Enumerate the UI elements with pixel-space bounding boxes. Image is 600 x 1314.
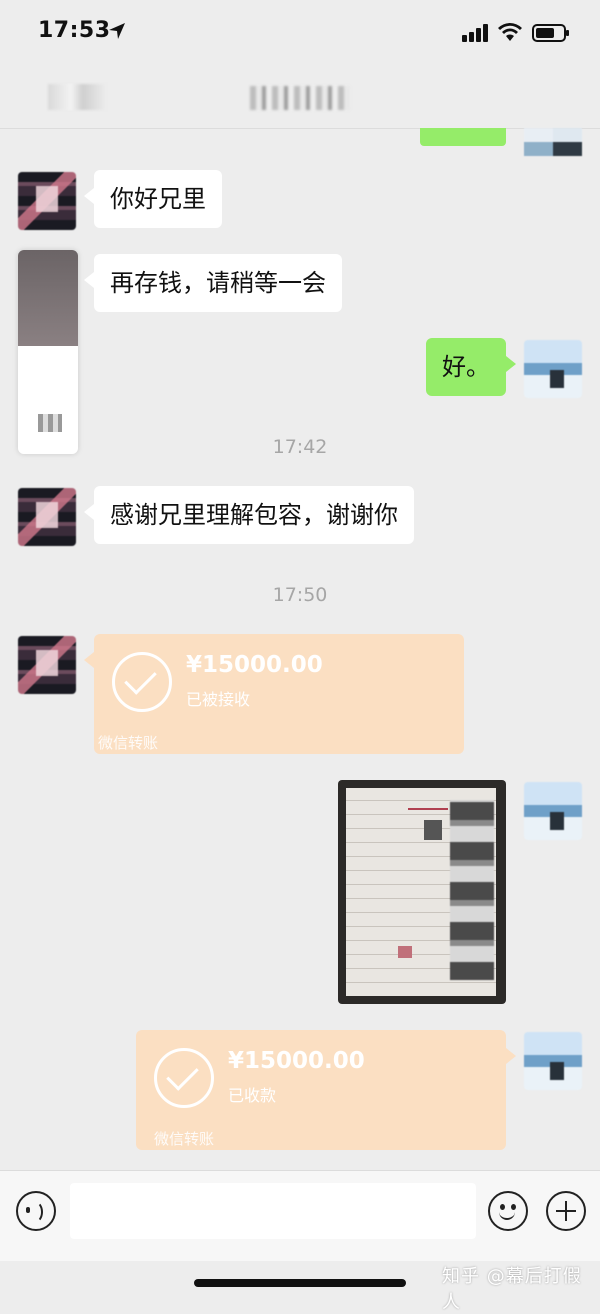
transfer-status: 已被接收 bbox=[186, 690, 251, 709]
transfer-brand: 微信转账 bbox=[154, 1130, 215, 1148]
message-text: 再存钱，请稍等一会 bbox=[110, 269, 326, 297]
message-bubble[interactable]: 再存钱，请稍等一会 bbox=[84, 254, 342, 312]
voice-input-icon[interactable] bbox=[16, 1191, 56, 1231]
transfer-amount: ¥15000.00 bbox=[228, 1048, 365, 1074]
emoji-icon[interactable] bbox=[488, 1191, 528, 1231]
avatar[interactable] bbox=[524, 128, 582, 156]
input-bar bbox=[0, 1170, 600, 1261]
photo-pixelated-area bbox=[450, 800, 494, 980]
transfer-status: 已收款 bbox=[228, 1086, 277, 1105]
floating-window-icon bbox=[38, 414, 62, 432]
photo-pixelated-area bbox=[398, 946, 412, 958]
location-arrow-icon bbox=[109, 23, 125, 39]
message-text: 你好兄里 bbox=[110, 185, 206, 213]
wifi-icon bbox=[498, 23, 522, 41]
transfer-card[interactable]: ¥15000.00 已收款 微信转账 bbox=[136, 1030, 516, 1150]
floating-window-preview bbox=[18, 250, 78, 346]
emoji-mouth bbox=[499, 1209, 515, 1220]
avatar[interactable] bbox=[524, 1032, 582, 1090]
battery-icon bbox=[532, 24, 569, 42]
watermark: 知乎 @幕后打假人 bbox=[442, 1266, 582, 1313]
avatar[interactable] bbox=[524, 340, 582, 398]
plus-icon[interactable] bbox=[546, 1191, 586, 1231]
transfer-card[interactable]: ¥15000.00 已被接收 微信转账 bbox=[84, 634, 464, 754]
floating-window[interactable] bbox=[18, 250, 78, 454]
photo-ink bbox=[408, 798, 448, 810]
avatar[interactable] bbox=[18, 172, 76, 230]
message-text: 感谢兄里理解包容，谢谢你 bbox=[110, 501, 398, 529]
message-bubble[interactable]: 好。 bbox=[426, 338, 516, 396]
message-input[interactable] bbox=[70, 1183, 476, 1239]
message-text: 好。 bbox=[442, 353, 490, 381]
transfer-brand: 微信转账 bbox=[98, 734, 159, 752]
chat-header bbox=[0, 64, 600, 129]
check-circle-icon bbox=[154, 1048, 214, 1108]
image-message[interactable] bbox=[338, 780, 506, 1004]
home-indicator[interactable] bbox=[194, 1279, 406, 1287]
status-time: 17:53 bbox=[38, 18, 111, 43]
transfer-amount: ¥15000.00 bbox=[186, 652, 323, 678]
back-button[interactable] bbox=[48, 84, 106, 110]
avatar[interactable] bbox=[18, 488, 76, 546]
status-bar: 17:53 bbox=[0, 0, 600, 64]
message-bubble[interactable]: 感谢兄里理解包容，谢谢你 bbox=[84, 486, 414, 544]
timestamp: 17:50 bbox=[272, 584, 328, 606]
avatar[interactable] bbox=[18, 636, 76, 694]
photo-pixelated-area bbox=[424, 820, 442, 840]
cellular-signal-icon bbox=[462, 24, 488, 42]
timestamp: 17:42 bbox=[272, 436, 328, 458]
chat-title bbox=[250, 86, 350, 110]
check-circle-icon bbox=[112, 652, 172, 712]
message-bubble[interactable]: 你好兄里 bbox=[84, 170, 222, 228]
avatar[interactable] bbox=[524, 782, 582, 840]
message-bubble-partial bbox=[420, 128, 506, 146]
